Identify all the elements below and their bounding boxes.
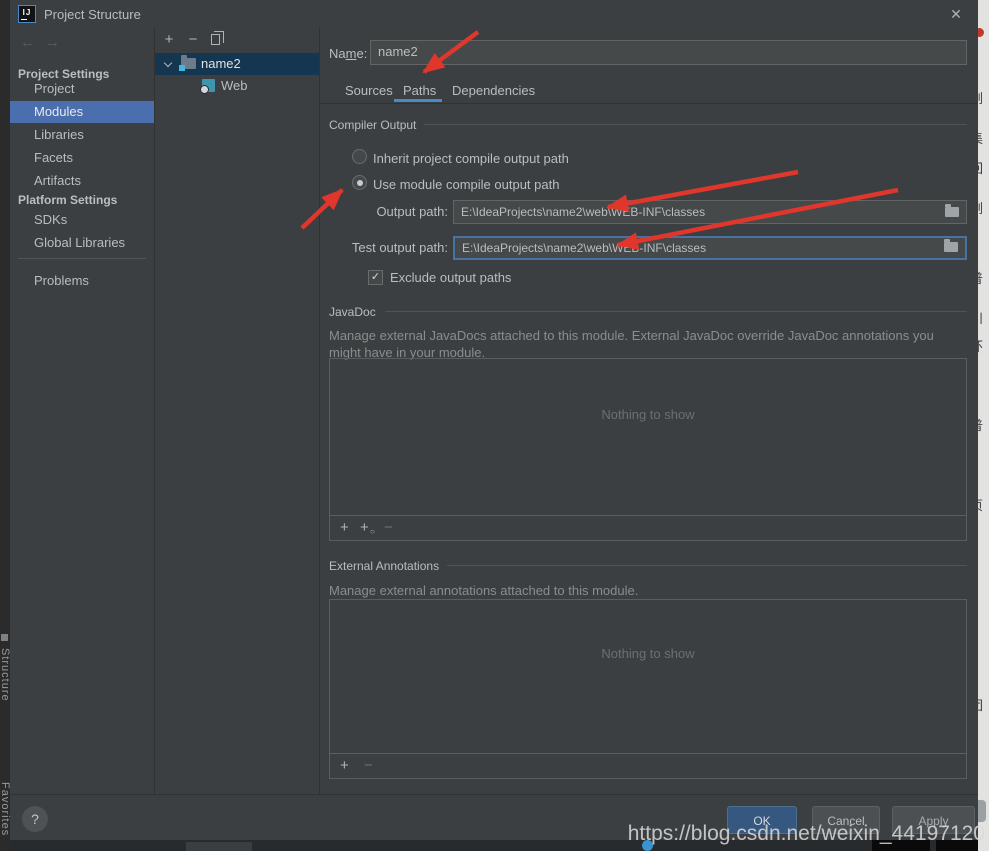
add-annotation-root-icon[interactable]: + [340,757,349,774]
app-root: Structure Favorites 剧 集 回 剧 普 川 环 普 页 团 … [0,0,989,851]
clipped-glyph: 川 [978,308,983,327]
exclude-output-label[interactable]: Exclude output paths [390,270,511,285]
modules-tree-panel: + − name2 Web [154,28,320,794]
clipped-button-fragment [978,800,986,822]
clipped-glyph: 剧 [978,88,983,107]
tree-node-name2[interactable]: name2 [155,53,319,75]
footer-separator [10,794,978,795]
web-facet-icon [202,79,215,92]
radio-inherit-label[interactable]: Inherit project compile output path [373,151,569,166]
settings-sidebar: ←→ Project Settings Project Modules Libr… [10,28,154,794]
clipped-glyph: 普 [978,415,983,434]
tree-node-label: name2 [201,53,241,75]
javadoc-title: JavaDoc [329,305,384,319]
exclude-output-checkbox[interactable]: ✓ [368,270,383,285]
test-output-path-input[interactable]: E:\IdeaProjects\name2\web\WEB-INF\classe… [453,236,967,260]
sidebar-item-sdks[interactable]: SDKs [10,209,154,231]
clipped-glyph: 团 [978,695,983,714]
module-folder-icon [181,58,196,69]
external-annotations-description: Manage external annotations attached to … [329,582,961,599]
dialog-titlebar[interactable]: IJ Project Structure ✕ [10,0,978,28]
dialog-title: Project Structure [44,7,141,22]
tab-dependencies[interactable]: Dependencies [452,80,535,102]
right-background-strip: 剧 集 回 剧 普 川 环 普 页 团 [978,0,989,851]
tab-sources[interactable]: Sources [345,80,393,102]
output-path-input[interactable]: E:\IdeaProjects\name2\web\WEB-INF\classe… [453,200,967,224]
browse-folder-icon[interactable] [945,207,959,217]
clipped-glyph: 页 [978,495,983,514]
back-icon[interactable]: ← [20,34,45,51]
active-tab-underline [394,99,442,102]
external-annotations-list[interactable]: Nothing to show + − [329,599,967,779]
section-line [424,124,967,125]
radio-module-label[interactable]: Use module compile output path [373,177,559,192]
project-structure-dialog: IJ Project Structure ✕ ←→ Project Settin… [10,0,978,840]
javadoc-list-toolbar: + +○ − [330,515,966,540]
forward-icon[interactable]: → [45,34,70,51]
chevron-down-icon[interactable] [164,59,172,67]
sidebar-item-facets[interactable]: Facets [10,147,154,169]
close-icon[interactable]: ✕ [946,5,966,23]
external-annotations-title: External Annotations [329,559,447,573]
add-module-icon[interactable]: + [161,31,177,48]
name-label: Name: [329,46,367,61]
external-annotations-empty-text: Nothing to show [330,646,966,661]
help-button[interactable]: ? [22,806,48,832]
tabs-separator [320,103,978,104]
sidebar-item-libraries[interactable]: Libraries [10,124,154,146]
remove-javadoc-icon[interactable]: − [384,519,393,536]
external-annotations-toolbar: + − [330,753,966,778]
tree-node-web[interactable]: Web [155,75,319,97]
javadoc-empty-text: Nothing to show [330,407,966,422]
browse-folder-icon[interactable] [944,242,958,252]
sidebar-item-global-libraries[interactable]: Global Libraries [10,232,154,254]
history-nav: ←→ [20,34,70,51]
section-line [385,311,967,312]
url-sub-icon: ○ [370,527,375,536]
background-red-dot [978,28,984,37]
sidebar-item-artifacts[interactable]: Artifacts [10,170,154,192]
remove-annotation-root-icon[interactable]: − [364,757,373,774]
test-output-path-label: Test output path: [320,240,448,255]
clipped-glyph: 回 [978,158,983,177]
javadoc-description: Manage external JavaDocs attached to thi… [329,327,961,361]
statusbar-fragment [186,842,252,851]
add-javadoc-icon[interactable]: + [340,519,349,536]
clipped-glyph: 普 [978,268,983,287]
remove-module-icon[interactable]: − [185,31,201,48]
add-javadoc-url-icon[interactable]: +○ [360,519,369,536]
intellij-logo-icon: IJ [18,5,36,23]
clipped-glyph: 环 [978,336,983,355]
radio-inherit-output[interactable] [352,149,367,164]
javadoc-list[interactable]: Nothing to show + +○ − [329,358,967,541]
radio-module-output[interactable] [352,175,367,190]
clipped-glyph: 剧 [978,198,983,217]
section-line [442,565,967,566]
section-header-platform-settings: Platform Settings [18,190,154,210]
sidebar-item-project[interactable]: Project [10,78,154,100]
compiler-output-title: Compiler Output [329,118,424,132]
copy-module-icon[interactable] [211,34,220,45]
left-toolwindow-strip: Structure Favorites [0,0,10,851]
toolwindow-favorites-label[interactable]: Favorites [0,782,10,836]
sidebar-item-modules[interactable]: Modules [10,101,154,123]
toolwindow-structure-label[interactable]: Structure [0,648,10,702]
csdn-watermark: https://blog.csdn.net/weixin_44197120 [628,822,985,846]
module-name-input[interactable]: name2 [370,40,967,65]
sidebar-item-problems[interactable]: Problems [10,270,154,292]
output-path-label: Output path: [320,204,448,219]
clipped-glyph: 集 [978,128,983,147]
sidebar-divider [18,258,146,259]
structure-toolwindow-icon [1,634,8,641]
modules-toolbar: + − [155,28,319,52]
output-path-value: E:\IdeaProjects\name2\web\WEB-INF\classe… [461,205,705,219]
tree-node-label: Web [221,75,248,97]
test-output-path-value: E:\IdeaProjects\name2\web\WEB-INF\classe… [462,241,706,255]
